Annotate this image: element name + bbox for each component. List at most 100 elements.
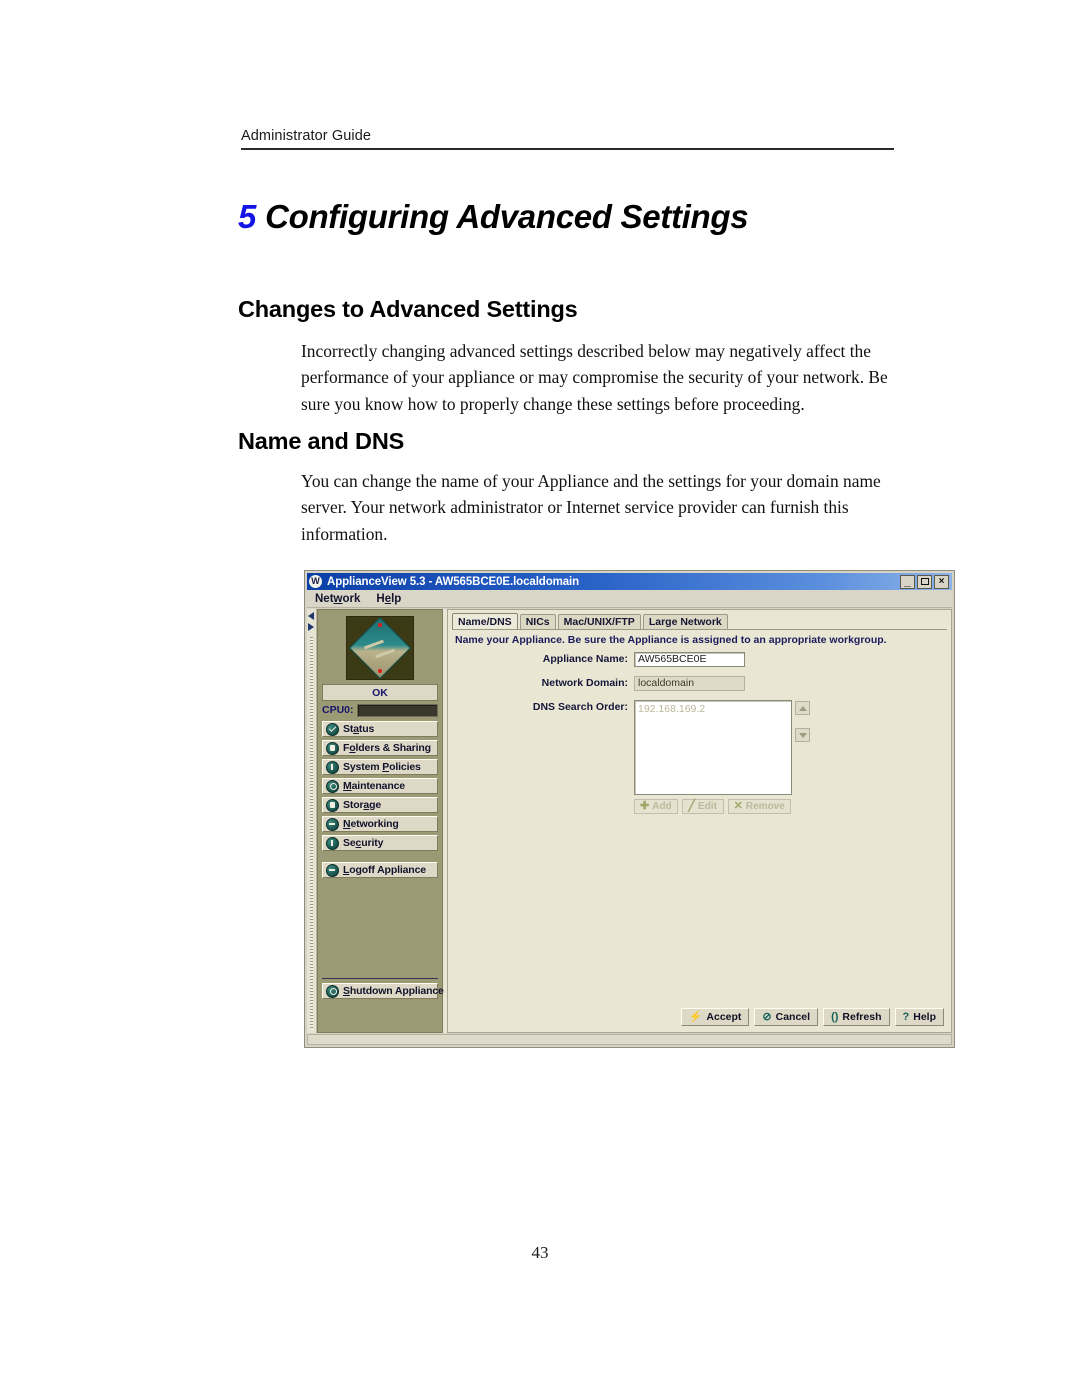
add-button[interactable]: ✚ Add — [634, 799, 678, 814]
remove-button[interactable]: ✕ Remove — [727, 799, 791, 814]
triangle-down-icon — [798, 732, 807, 738]
appliance-logo-icon — [346, 616, 414, 680]
section-heading-changes: Changes to Advanced Settings — [238, 296, 578, 322]
move-down-button[interactable] — [795, 728, 810, 742]
window-title: ApplianceView 5.3 - AW565BCE0E.localdoma… — [327, 575, 580, 588]
x-icon: ✕ — [733, 800, 743, 812]
refresh-button-label: Refresh — [842, 1011, 882, 1023]
exclamation-circle-icon — [326, 760, 339, 774]
accept-button[interactable]: ⚡ Accept — [680, 1008, 750, 1026]
menu-network-suffix: ork — [342, 592, 361, 605]
label-post: lders & Sharing — [355, 742, 432, 754]
label-pre: System — [343, 761, 383, 773]
label-accel: M — [343, 780, 352, 792]
menu-network-prefix: Net — [315, 592, 334, 605]
help-button[interactable]: ? Help — [894, 1008, 944, 1026]
drive-circle-icon — [326, 798, 339, 812]
lightning-icon: ⚡ — [688, 1010, 703, 1023]
sidebar-item-label-security: Security — [343, 837, 383, 849]
label-pre: Stor — [343, 799, 364, 811]
sidebar-item-maintenance[interactable]: Maintenance — [322, 778, 438, 794]
cancel-button-label: Cancel — [775, 1011, 811, 1023]
maximize-button[interactable] — [917, 574, 932, 589]
sidebar-item-networking[interactable]: Networking — [322, 816, 438, 832]
sidebar-item-status[interactable]: Status — [322, 721, 438, 737]
menu-help-prefix: H — [376, 592, 385, 605]
label-post: tus — [358, 723, 375, 735]
status-badge: OK — [322, 684, 438, 701]
dns-search-order-list[interactable]: 192.168.169.2 — [634, 700, 792, 795]
tab-bar: Name/DNS NICs Mac/UNIX/FTP Large Network — [452, 613, 947, 630]
sidebar-item-shutdown-appliance[interactable]: Shutdown Appliance — [322, 983, 444, 999]
split-grip[interactable] — [310, 637, 313, 1030]
chapter-title: 5 Configuring Advanced Settings — [238, 198, 749, 236]
gear-circle-icon — [326, 779, 339, 793]
collapse-left-icon[interactable] — [308, 612, 314, 620]
settings-panel: Name/DNS NICs Mac/UNIX/FTP Large Network… — [447, 609, 952, 1033]
menu-network[interactable]: Network — [315, 593, 360, 605]
dns-list-wrap: 192.168.169.2 — [634, 700, 810, 795]
sidebar-item-label-status: Status — [343, 723, 374, 735]
close-icon: × — [938, 575, 945, 587]
panel-hint-text: Name your Appliance. Be sure the Applian… — [455, 634, 887, 646]
tab-name-dns[interactable]: Name/DNS — [452, 613, 518, 629]
network-domain-row: Network Domain: localdomain — [455, 676, 944, 691]
sidebar-item-storage[interactable]: Storage — [322, 797, 438, 813]
question-icon: ? — [902, 1010, 910, 1023]
label-post: etworking — [350, 818, 399, 830]
dns-list-actions: ✚ Add ╱ Edit ✕ Remove — [634, 799, 810, 814]
sidebar-item-system-policies[interactable]: System Policies — [322, 759, 438, 775]
sidebar-item-logoff-appliance[interactable]: Logoff Appliance — [322, 862, 438, 878]
label-post: hutdown Appliance — [349, 985, 444, 997]
tab-large-network[interactable]: Large Network — [642, 614, 728, 629]
key-circle-icon — [326, 836, 339, 850]
chapter-number: 5 — [238, 198, 257, 235]
sidebar: OK CPU0: Status Folders & Sharing System… — [317, 609, 444, 1033]
menu-help[interactable]: Help — [376, 593, 401, 605]
move-up-button[interactable] — [795, 701, 810, 715]
cancel-button[interactable]: ⊘ Cancel — [754, 1008, 819, 1026]
tab-mac-unix-ftp[interactable]: Mac/UNIX/FTP — [557, 614, 641, 629]
tab-nics[interactable]: NICs — [519, 614, 556, 629]
accept-button-label: Accept — [706, 1011, 742, 1023]
refresh-button[interactable]: () Refresh — [823, 1008, 890, 1026]
section-heading-name-dns: Name and DNS — [238, 428, 405, 454]
dns-reorder-buttons — [795, 700, 810, 742]
logoff-circle-icon — [326, 863, 339, 877]
dns-search-order-row: DNS Search Order: 192.168.169.2 ✚ Add ╱ … — [455, 700, 944, 814]
split-pane-strip[interactable] — [307, 609, 317, 1033]
sidebar-item-folders-sharing[interactable]: Folders & Sharing — [322, 740, 438, 756]
plus-icon: ✚ — [640, 800, 650, 812]
edit-button[interactable]: ╱ Edit — [681, 799, 724, 814]
sidebar-item-security[interactable]: Security — [322, 835, 438, 851]
sidebar-item-label-system-policies: System Policies — [343, 761, 421, 773]
folder-circle-icon — [326, 741, 339, 755]
pencil-icon: ╱ — [688, 800, 696, 812]
maximize-icon — [918, 576, 931, 588]
add-button-label: Add — [652, 801, 672, 812]
sidebar-item-label-maintenance: Maintenance — [343, 780, 405, 792]
status-bar — [307, 1034, 952, 1045]
label-post: ge — [369, 799, 382, 811]
expand-right-icon[interactable] — [308, 623, 314, 631]
appliance-name-input[interactable]: AW565BCE0E — [634, 652, 745, 667]
window-controls: _ × — [900, 573, 950, 589]
chapter-title-text: Configuring Advanced Settings — [265, 198, 749, 235]
remove-button-label: Remove — [745, 801, 785, 812]
panel-action-buttons: ⚡ Accept ⊘ Cancel () Refresh ? Help — [680, 1008, 944, 1026]
minimize-icon: _ — [904, 573, 911, 588]
minimize-button[interactable]: _ — [900, 573, 915, 589]
label-pre: Se — [343, 837, 356, 849]
section-body-changes: Incorrectly changing advanced settings d… — [301, 341, 888, 414]
menu-bar: Network Help — [307, 590, 952, 608]
section-body-name-dns: You can change the name of your Applianc… — [301, 471, 881, 544]
no-entry-icon: ⊘ — [762, 1010, 772, 1023]
page-number: 43 — [531, 1243, 549, 1262]
sidebar-item-label-networking: Networking — [343, 818, 399, 830]
refresh-icon: () — [831, 1010, 839, 1023]
close-button[interactable]: × — [934, 574, 949, 589]
network-domain-label: Network Domain: — [541, 677, 628, 689]
dns-list-group: 192.168.169.2 ✚ Add ╱ Edit ✕ Remove — [634, 700, 810, 814]
